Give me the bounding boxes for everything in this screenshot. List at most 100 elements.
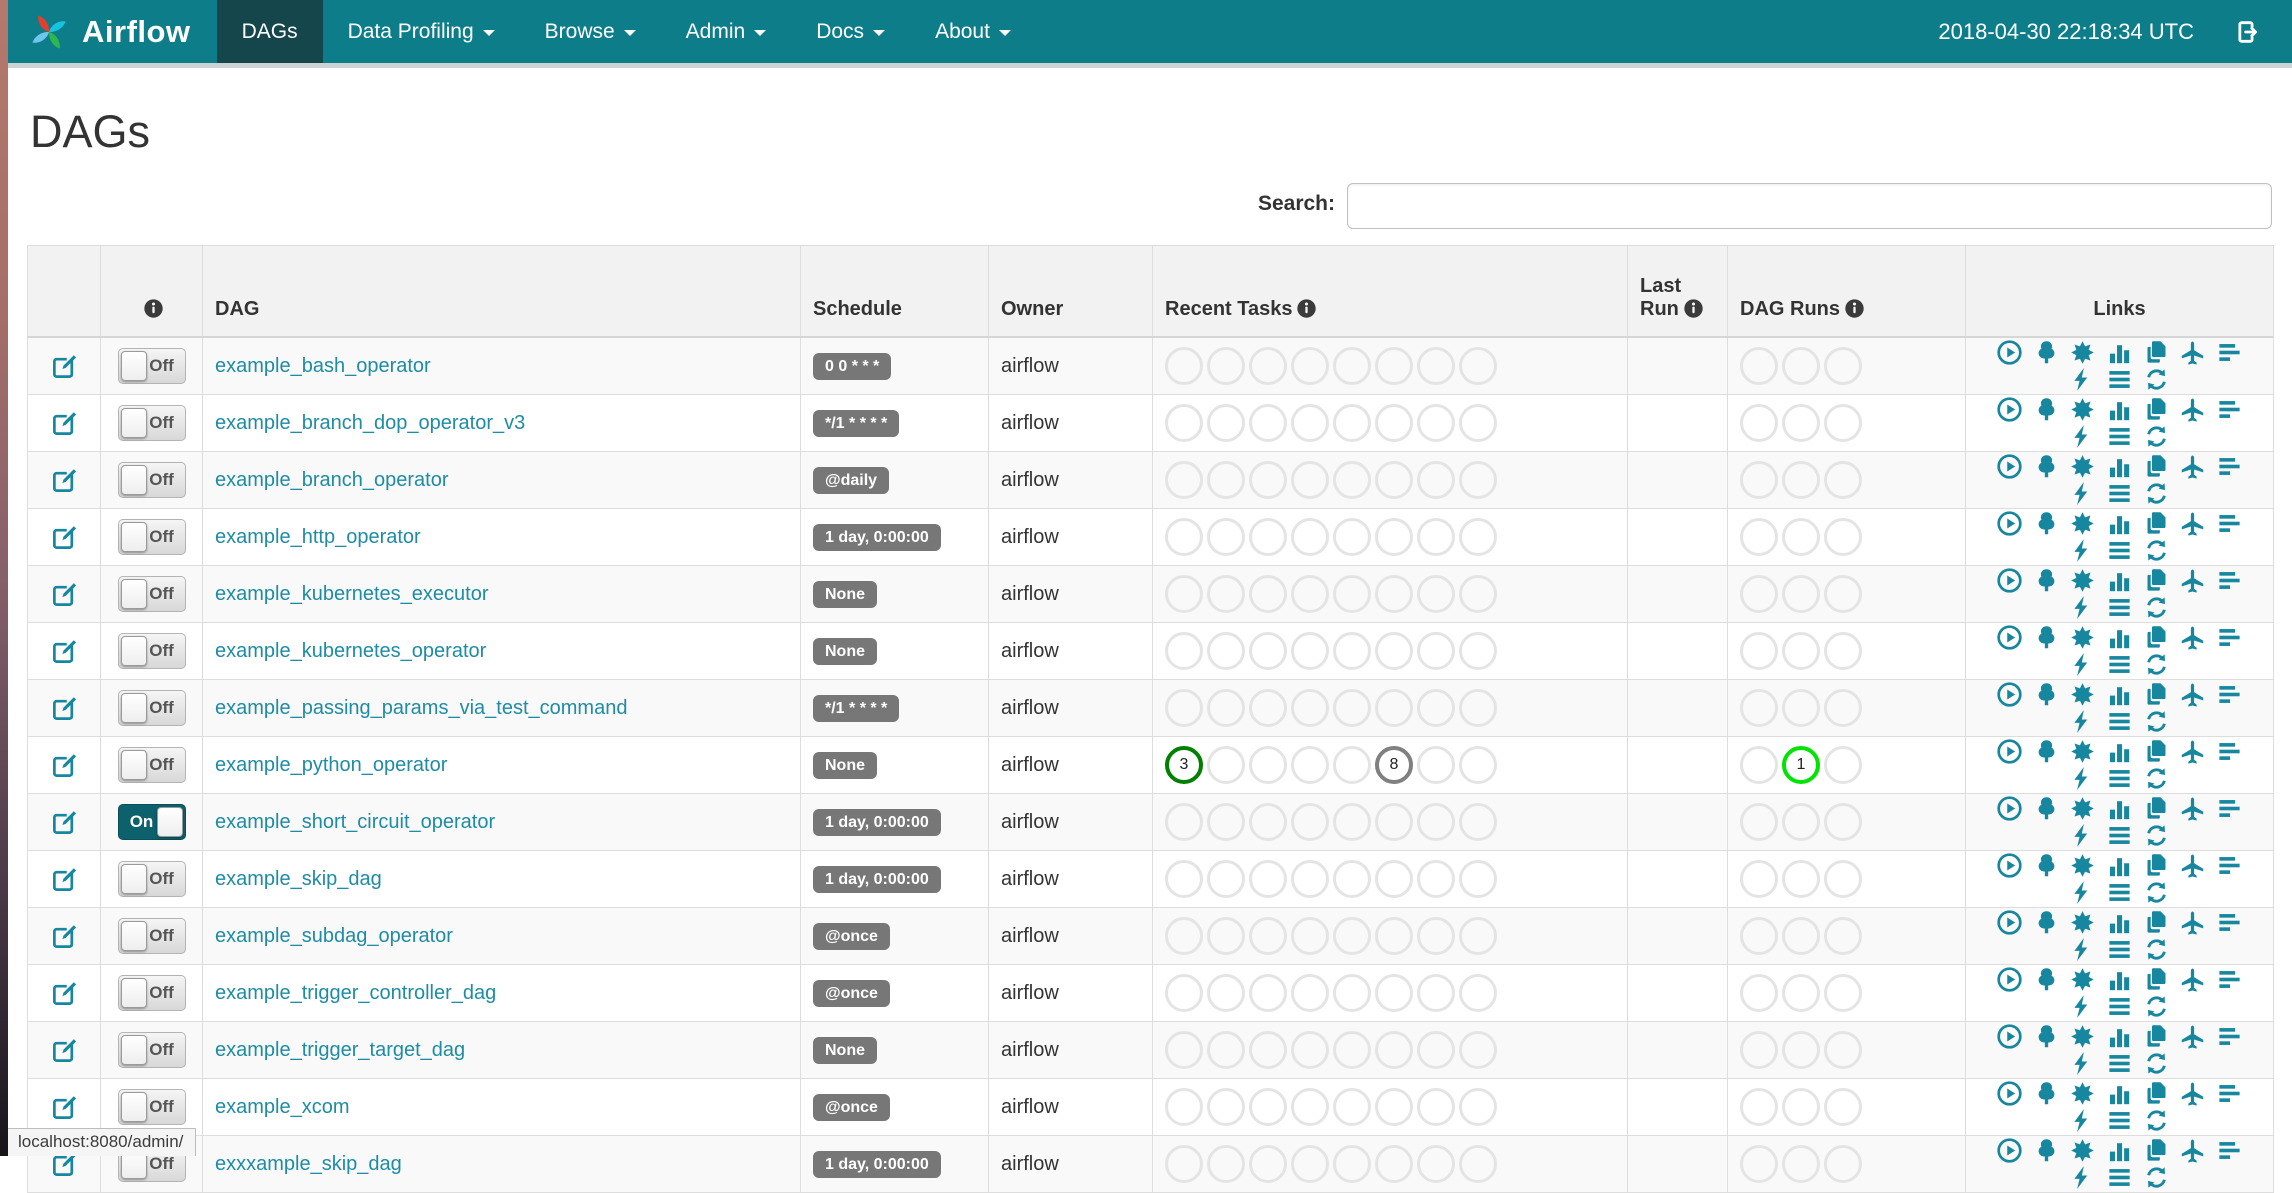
- gantt-view-icon[interactable]: [2216, 909, 2243, 936]
- gantt-view-icon[interactable]: [2216, 966, 2243, 993]
- nav-item-data-profiling[interactable]: Data Profiling: [323, 0, 520, 63]
- edit-dag-icon[interactable]: [51, 752, 78, 779]
- edit-dag-icon[interactable]: [51, 866, 78, 893]
- refresh-icon[interactable]: [2143, 594, 2170, 621]
- logs-icon[interactable]: [2106, 993, 2133, 1020]
- tree-view-icon[interactable]: [2033, 1080, 2060, 1107]
- task-tries-icon[interactable]: [2143, 396, 2170, 423]
- tree-view-icon[interactable]: [2033, 738, 2060, 765]
- nav-item-docs[interactable]: Docs: [791, 0, 910, 63]
- refresh-icon[interactable]: [2143, 765, 2170, 792]
- code-view-icon[interactable]: [2069, 879, 2096, 906]
- code-view-icon[interactable]: [2069, 822, 2096, 849]
- dag-link[interactable]: example_python_operator: [215, 754, 447, 776]
- trigger-dag-icon[interactable]: [1996, 681, 2023, 708]
- nav-item-dags[interactable]: DAGs: [217, 0, 323, 63]
- edit-dag-icon[interactable]: [51, 980, 78, 1007]
- tasks-duration-icon[interactable]: [2106, 795, 2133, 822]
- dag-link[interactable]: example_xcom: [215, 1096, 350, 1118]
- tree-view-icon[interactable]: [2033, 852, 2060, 879]
- dag-link[interactable]: example_bash_operator: [215, 355, 431, 377]
- code-view-icon[interactable]: [2069, 651, 2096, 678]
- tree-view-icon[interactable]: [2033, 396, 2060, 423]
- tree-view-icon[interactable]: [2033, 1137, 2060, 1164]
- tree-view-icon[interactable]: [2033, 966, 2060, 993]
- trigger-dag-icon[interactable]: [1996, 795, 2023, 822]
- code-view-icon[interactable]: [2069, 1107, 2096, 1134]
- landing-times-icon[interactable]: [2179, 1080, 2206, 1107]
- dag-link[interactable]: example_short_circuit_operator: [215, 811, 495, 833]
- logs-icon[interactable]: [2106, 594, 2133, 621]
- logs-icon[interactable]: [2106, 1164, 2133, 1191]
- gantt-view-icon[interactable]: [2216, 1023, 2243, 1050]
- logs-icon[interactable]: [2106, 651, 2133, 678]
- logs-icon[interactable]: [2106, 1107, 2133, 1134]
- dag-toggle[interactable]: Off: [118, 861, 186, 897]
- task-tries-icon[interactable]: [2143, 852, 2170, 879]
- task-tries-icon[interactable]: [2143, 795, 2170, 822]
- tasks-duration-icon[interactable]: [2106, 1023, 2133, 1050]
- gantt-view-icon[interactable]: [2216, 1137, 2243, 1164]
- nav-item-browse[interactable]: Browse: [520, 0, 661, 63]
- dag-toggle[interactable]: Off: [118, 918, 186, 954]
- refresh-icon[interactable]: [2143, 879, 2170, 906]
- brand[interactable]: Airflow: [8, 0, 211, 63]
- tasks-duration-icon[interactable]: [2106, 339, 2133, 366]
- graph-view-icon[interactable]: [2069, 1023, 2096, 1050]
- tasks-duration-icon[interactable]: [2106, 909, 2133, 936]
- dag-toggle[interactable]: Off: [118, 633, 186, 669]
- logs-icon[interactable]: [2106, 366, 2133, 393]
- gantt-view-icon[interactable]: [2216, 852, 2243, 879]
- code-view-icon[interactable]: [2069, 765, 2096, 792]
- trigger-dag-icon[interactable]: [1996, 339, 2023, 366]
- task-tries-icon[interactable]: [2143, 1080, 2170, 1107]
- tasks-duration-icon[interactable]: [2106, 567, 2133, 594]
- code-view-icon[interactable]: [2069, 537, 2096, 564]
- landing-times-icon[interactable]: [2179, 681, 2206, 708]
- refresh-icon[interactable]: [2143, 1107, 2170, 1134]
- dag-link[interactable]: example_trigger_target_dag: [215, 1039, 465, 1061]
- gantt-view-icon[interactable]: [2216, 1080, 2243, 1107]
- graph-view-icon[interactable]: [2069, 909, 2096, 936]
- dag-link[interactable]: example_skip_dag: [215, 868, 382, 890]
- edit-dag-icon[interactable]: [51, 353, 78, 380]
- logs-icon[interactable]: [2106, 936, 2133, 963]
- landing-times-icon[interactable]: [2179, 510, 2206, 537]
- task-tries-icon[interactable]: [2143, 909, 2170, 936]
- graph-view-icon[interactable]: [2069, 966, 2096, 993]
- logs-icon[interactable]: [2106, 822, 2133, 849]
- dag-link[interactable]: example_branch_dop_operator_v3: [215, 412, 525, 434]
- graph-view-icon[interactable]: [2069, 1137, 2096, 1164]
- graph-view-icon[interactable]: [2069, 453, 2096, 480]
- tree-view-icon[interactable]: [2033, 624, 2060, 651]
- graph-view-icon[interactable]: [2069, 795, 2096, 822]
- tree-view-icon[interactable]: [2033, 909, 2060, 936]
- tree-view-icon[interactable]: [2033, 681, 2060, 708]
- dag-toggle[interactable]: Off: [118, 1032, 186, 1068]
- nav-item-about[interactable]: About: [910, 0, 1036, 63]
- landing-times-icon[interactable]: [2179, 396, 2206, 423]
- refresh-icon[interactable]: [2143, 1050, 2170, 1077]
- landing-times-icon[interactable]: [2179, 909, 2206, 936]
- refresh-icon[interactable]: [2143, 651, 2170, 678]
- gantt-view-icon[interactable]: [2216, 681, 2243, 708]
- logs-icon[interactable]: [2106, 708, 2133, 735]
- edit-dag-icon[interactable]: [51, 638, 78, 665]
- trigger-dag-icon[interactable]: [1996, 510, 2023, 537]
- logs-icon[interactable]: [2106, 1050, 2133, 1077]
- tasks-duration-icon[interactable]: [2106, 1080, 2133, 1107]
- trigger-dag-icon[interactable]: [1996, 1023, 2023, 1050]
- dag-link[interactable]: example_trigger_controller_dag: [215, 982, 496, 1004]
- dag-toggle[interactable]: Off: [118, 747, 186, 783]
- tree-view-icon[interactable]: [2033, 1023, 2060, 1050]
- task-tries-icon[interactable]: [2143, 624, 2170, 651]
- refresh-icon[interactable]: [2143, 822, 2170, 849]
- edit-dag-icon[interactable]: [51, 467, 78, 494]
- code-view-icon[interactable]: [2069, 708, 2096, 735]
- gantt-view-icon[interactable]: [2216, 738, 2243, 765]
- refresh-icon[interactable]: [2143, 366, 2170, 393]
- dag-link[interactable]: example_kubernetes_executor: [215, 583, 489, 605]
- tree-view-icon[interactable]: [2033, 795, 2060, 822]
- search-input[interactable]: [1347, 183, 2272, 229]
- edit-dag-icon[interactable]: [51, 410, 78, 437]
